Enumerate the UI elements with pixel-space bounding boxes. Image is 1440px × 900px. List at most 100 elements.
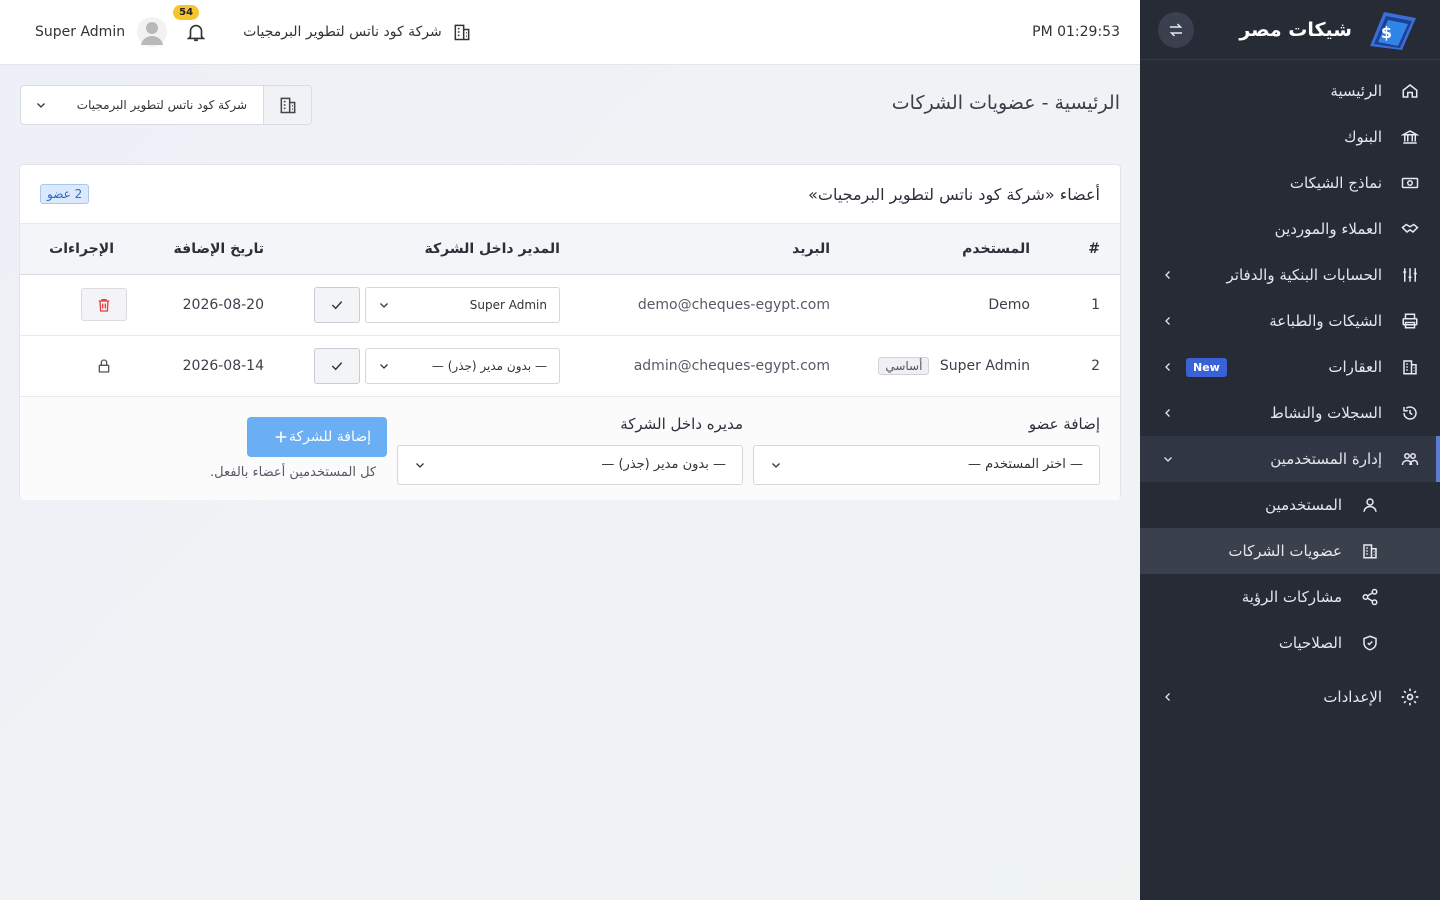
sidebar-item-home[interactable]: الرئيسية bbox=[1140, 68, 1440, 114]
sidebar-item-label: العقارات bbox=[1328, 358, 1382, 376]
handshake-icon bbox=[1400, 219, 1420, 239]
add-button-label: إضافة للشركة bbox=[289, 428, 371, 445]
manager-select-value: — بدون مدير (جذر) — bbox=[431, 358, 547, 373]
save-manager-button[interactable] bbox=[314, 286, 360, 323]
sidebar: $ شيكات مصر الرئيسية البنوك نماذج الشيكا… bbox=[1140, 0, 1440, 900]
new-badge: New bbox=[1186, 357, 1227, 377]
sidebar-subitem-label: الصلاحيات bbox=[1278, 634, 1342, 652]
chevron-left-icon bbox=[1160, 267, 1176, 283]
row-actions bbox=[20, 274, 154, 335]
manager-select[interactable]: Super Admin bbox=[365, 286, 560, 323]
sidebar-item-label: إدارة المستخدمين bbox=[1270, 450, 1382, 468]
sidebar-item-settings[interactable]: الإعدادات bbox=[1140, 674, 1440, 720]
shield-icon bbox=[1360, 633, 1380, 653]
chevron-left-icon bbox=[1160, 313, 1176, 329]
current-company[interactable]: شركة كود ناتس لتطوير البرمجيات bbox=[243, 22, 472, 42]
current-user-name[interactable]: Super Admin bbox=[35, 24, 125, 40]
chevron-down-icon bbox=[772, 462, 780, 468]
sidebar-item-label: العملاء والموردين bbox=[1274, 220, 1382, 238]
sidebar-item-label: الشيكات والطباعة bbox=[1269, 312, 1382, 330]
row-actions bbox=[20, 335, 154, 396]
sidebar-subitem-label: المستخدمين bbox=[1265, 496, 1342, 514]
row-email: admin@cheques-egypt.com bbox=[633, 357, 830, 374]
sidebar-subitem-visibility-shares[interactable]: مشاركات الرؤية bbox=[1140, 574, 1440, 620]
gear-icon bbox=[1400, 687, 1420, 707]
bell-icon bbox=[186, 24, 206, 42]
sidebar-item-banks[interactable]: البنوك bbox=[1140, 114, 1440, 160]
building-icon bbox=[1360, 541, 1380, 561]
company-select-icon-box bbox=[263, 86, 311, 124]
sidebar-item-label: الحسابات البنكية والدفاتر bbox=[1226, 266, 1382, 284]
manager-select-value: Super Admin bbox=[469, 297, 547, 312]
sidebar-toggle-button[interactable] bbox=[1158, 11, 1194, 48]
banknote-icon bbox=[1400, 173, 1420, 193]
remove-member-button[interactable] bbox=[81, 288, 127, 321]
chevron-down-icon bbox=[21, 99, 61, 111]
col-header-user: المستخدم bbox=[962, 240, 1030, 257]
user-management-submenu: المستخدمين عضويات الشركات مشاركات الرؤية… bbox=[1140, 482, 1440, 666]
clock: PM 01:29:53 bbox=[1032, 24, 1120, 40]
sidebar-subitem-company-memberships[interactable]: عضويات الشركات bbox=[1140, 528, 1440, 574]
check-icon bbox=[331, 300, 343, 309]
notifications-button[interactable]: 54 bbox=[173, 5, 207, 43]
brand-header: $ شيكات مصر bbox=[1140, 0, 1440, 60]
member-count-badge: 2 عضو bbox=[40, 184, 90, 204]
check-icon bbox=[331, 361, 343, 370]
card-title: أعضاء «شركة كود ناتس لتطوير البرمجيات» bbox=[808, 184, 1100, 204]
row-date: 2026-08-20 bbox=[182, 296, 264, 313]
col-header-email: البريد bbox=[792, 240, 830, 257]
sliders-icon bbox=[1400, 265, 1420, 285]
card-header: أعضاء «شركة كود ناتس لتطوير البرمجيات» 2… bbox=[20, 165, 1120, 224]
plus-icon bbox=[275, 431, 287, 442]
chevron-down-icon bbox=[1160, 451, 1176, 467]
manager-select[interactable]: — بدون مدير (جذر) — bbox=[365, 347, 560, 384]
user-icon bbox=[1360, 495, 1380, 515]
sidebar-item-clients[interactable]: العملاء والموردين bbox=[1140, 206, 1440, 252]
add-to-company-button[interactable]: إضافة للشركة bbox=[247, 416, 387, 457]
add-member-form: إضافة عضو مديره داخل الشركة — اختر المست… bbox=[20, 396, 1120, 500]
row-user-cell: Super Admin أساسي bbox=[840, 335, 1070, 396]
sidebar-subitem-label: مشاركات الرؤية bbox=[1241, 588, 1342, 606]
table-row: 2 Super Admin أساسي admin@cheques-egypt.… bbox=[20, 335, 1120, 396]
chevron-left-icon bbox=[1160, 359, 1176, 375]
primary-tag: أساسي bbox=[878, 356, 930, 375]
new-member-manager-select[interactable]: — بدون مدير (جذر) — bbox=[397, 444, 743, 485]
chevron-down-icon bbox=[380, 363, 388, 369]
user-select-value: — اختر المستخدم — bbox=[967, 457, 1083, 472]
sidebar-subitem-users[interactable]: المستخدمين bbox=[1140, 482, 1440, 528]
chevron-left-icon bbox=[1160, 689, 1176, 705]
sidebar-nav: الرئيسية البنوك نماذج الشيكات العملاء وا… bbox=[1140, 60, 1440, 720]
svg-text:$: $ bbox=[1381, 23, 1392, 42]
sidebar-item-user-management[interactable]: إدارة المستخدمين bbox=[1140, 436, 1440, 482]
sidebar-subitem-permissions[interactable]: الصلاحيات bbox=[1140, 620, 1440, 666]
sidebar-item-cheque-templates[interactable]: نماذج الشيكات bbox=[1140, 160, 1440, 206]
table-header-row: # المستخدم البريد المدير داخل الشركة تار… bbox=[20, 224, 1120, 274]
page-title: الرئيسية - عضويات الشركات bbox=[891, 92, 1120, 114]
sidebar-item-cheques-printing[interactable]: الشيكات والطباعة bbox=[1140, 298, 1440, 344]
row-email: demo@cheques-egypt.com bbox=[637, 296, 830, 313]
sidebar-item-label: الإعدادات bbox=[1323, 688, 1382, 706]
company-select[interactable]: شركة كود ناتس لتطوير البرمجيات bbox=[20, 85, 312, 125]
topbar: Super Admin 54 شركة كود ناتس لتطوير البر… bbox=[0, 0, 1140, 65]
row-user: Demo bbox=[988, 296, 1030, 313]
save-manager-button[interactable] bbox=[314, 347, 360, 384]
sidebar-item-logs[interactable]: السجلات والنشاط bbox=[1140, 390, 1440, 436]
users-icon bbox=[1400, 449, 1420, 469]
sidebar-item-accounts[interactable]: الحسابات البنكية والدفاتر bbox=[1140, 252, 1440, 298]
row-manager-cell: — بدون مدير (جذر) — bbox=[304, 335, 600, 396]
sidebar-item-real-estate[interactable]: العقارات New bbox=[1140, 344, 1440, 390]
col-header-date: تاريخ الإضافة bbox=[173, 240, 264, 257]
share-icon bbox=[1360, 587, 1380, 607]
row-manager-cell: Super Admin bbox=[304, 274, 600, 335]
avatar[interactable] bbox=[137, 17, 168, 47]
sidebar-item-label: الرئيسية bbox=[1330, 82, 1382, 100]
user-select[interactable]: — اختر المستخدم — bbox=[753, 444, 1100, 485]
sidebar-item-label: السجلات والنشاط bbox=[1270, 404, 1382, 422]
building-icon bbox=[454, 24, 470, 41]
table-row: 1 Demo demo@cheques-egypt.com Super Admi… bbox=[20, 274, 1120, 335]
building-icon bbox=[1400, 357, 1420, 377]
current-company-name: شركة كود ناتس لتطوير البرمجيات bbox=[243, 24, 442, 40]
lock-icon bbox=[81, 357, 127, 375]
printer-icon bbox=[1400, 311, 1420, 331]
col-header-manager: المدير داخل الشركة bbox=[424, 240, 560, 257]
